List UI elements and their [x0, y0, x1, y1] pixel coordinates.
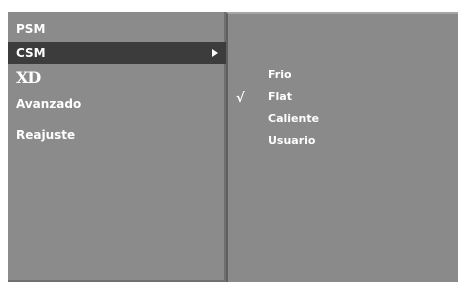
submenu-item-label: Frio — [268, 68, 292, 81]
menu-item-label: Avanzado — [16, 97, 82, 111]
submenu-item-label: Caliente — [268, 112, 320, 125]
check-icon: √ — [236, 91, 245, 106]
menu-item-label: Reajuste — [16, 128, 76, 142]
submenu-item-label: Usuario — [268, 134, 316, 147]
menu-item-psm[interactable]: PSM — [8, 18, 226, 40]
submenu-item-flat[interactable]: Flat — [268, 88, 292, 106]
menu-item-xd[interactable]: XD — [8, 67, 226, 89]
menu-item-reajuste[interactable]: Reajuste — [8, 124, 226, 146]
main-menu-panel: PSM CSM XD Avanzado Reajuste — [8, 12, 226, 282]
submenu-item-caliente[interactable]: Caliente — [268, 110, 319, 128]
menu-item-label: CSM — [16, 46, 46, 60]
osd-menu: PSM CSM XD Avanzado Reajuste √ Frio Flat… — [8, 12, 458, 282]
menu-item-csm[interactable]: CSM — [8, 42, 226, 64]
triangle-right-icon — [212, 49, 218, 57]
submenu-item-label: Flat — [268, 90, 292, 103]
submenu-item-usuario[interactable]: Usuario — [268, 132, 316, 150]
menu-item-label: PSM — [16, 22, 46, 36]
csm-submenu-panel: √ Frio Flat Caliente Usuario — [226, 12, 458, 282]
menu-item-avanzado[interactable]: Avanzado — [8, 93, 226, 115]
xd-logo: XD — [16, 68, 41, 87]
submenu-item-frio[interactable]: Frio — [268, 66, 292, 84]
